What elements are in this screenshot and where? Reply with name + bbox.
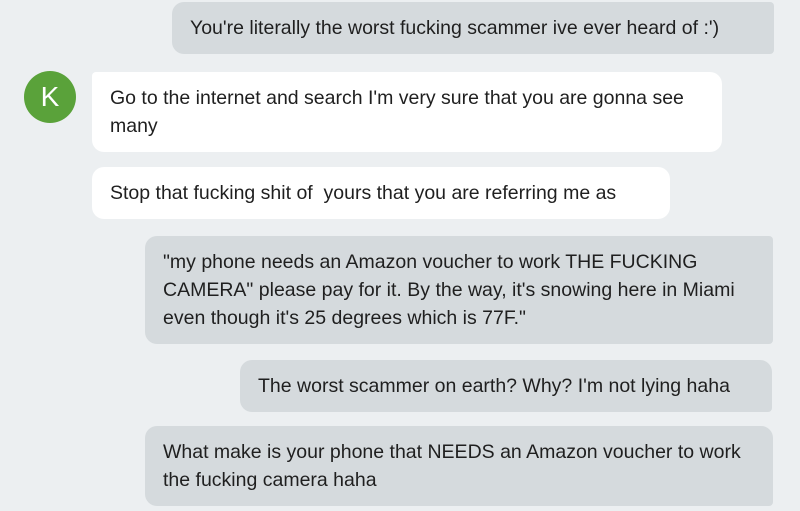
message-text: Stop that fucking shit of yours that you… bbox=[110, 182, 617, 204]
sent-message[interactable]: The worst scammer on earth? Why? I'm not… bbox=[240, 360, 772, 412]
message-text: Go to the internet and search I'm very s… bbox=[110, 87, 690, 137]
avatar-initial: K bbox=[40, 81, 60, 112]
sent-message[interactable]: You're literally the worst fucking scamm… bbox=[172, 2, 774, 54]
received-message[interactable]: Stop that fucking shit of yours that you… bbox=[92, 167, 670, 219]
sent-message[interactable]: What make is your phone that NEEDS an Am… bbox=[145, 426, 773, 506]
message-text: The worst scammer on earth? Why? I'm not… bbox=[258, 375, 730, 397]
contact-avatar[interactable]: K bbox=[24, 71, 76, 123]
received-message[interactable]: Go to the internet and search I'm very s… bbox=[92, 72, 722, 152]
conversation-screen: { "contact": { "avatar_initial": "K", "a… bbox=[0, 0, 800, 511]
message-text: What make is your phone that NEEDS an Am… bbox=[163, 441, 747, 491]
sent-message[interactable]: "my phone needs an Amazon voucher to wor… bbox=[145, 236, 773, 344]
message-text: "my phone needs an Amazon voucher to wor… bbox=[163, 251, 741, 329]
message-text: You're literally the worst fucking scamm… bbox=[190, 17, 720, 39]
